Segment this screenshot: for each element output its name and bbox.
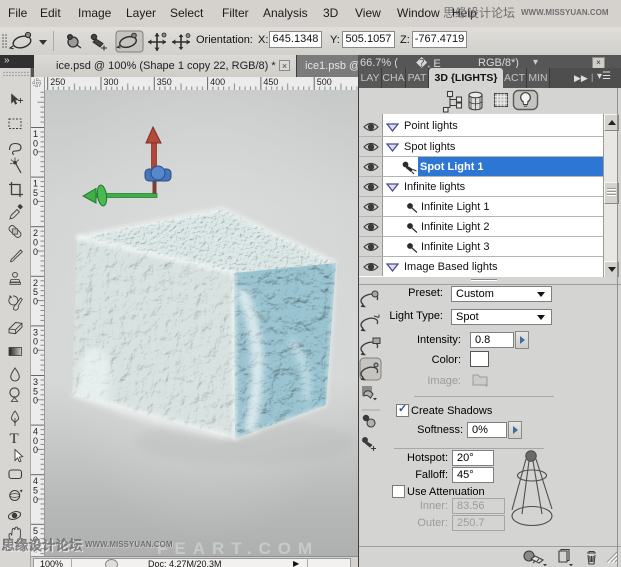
svg-text:T: T [10, 431, 19, 447]
svg-text:250: 250 [50, 77, 65, 87]
svg-text:0: 0 [33, 296, 38, 306]
svg-text:0: 0 [33, 396, 38, 406]
svg-text:0: 0 [33, 495, 38, 505]
svg-text:0: 0 [33, 445, 38, 455]
svg-text:0: 0 [33, 197, 38, 207]
svg-text:300: 300 [104, 77, 119, 87]
svg-text:400: 400 [210, 77, 225, 87]
svg-text:FEART.COM: FEART.COM [157, 539, 319, 556]
svg-text:0: 0 [33, 346, 38, 356]
svg-text:0: 0 [33, 148, 38, 158]
svg-text:450: 450 [263, 77, 278, 87]
svg-text:500: 500 [317, 77, 332, 87]
svg-text:0: 0 [33, 247, 38, 257]
svg-text:350: 350 [157, 77, 172, 87]
